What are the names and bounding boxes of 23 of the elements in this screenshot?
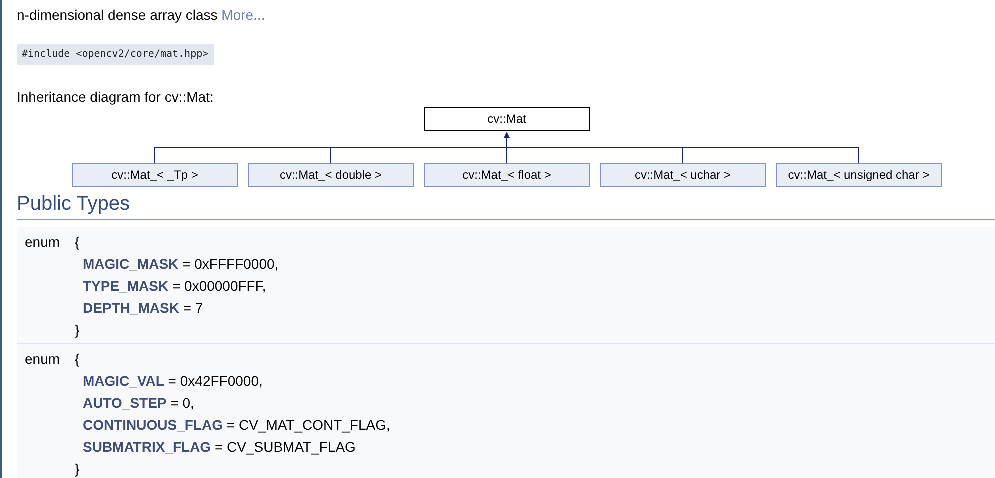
enum-member: DEPTH_MASK = 7: [82, 299, 204, 318]
class-node[interactable]: cv::Mat_< float >: [424, 163, 590, 187]
enum-member: CONTINUOUS_FLAG = CV_MAT_CONT_FLAG,: [82, 416, 390, 435]
open-brace: {: [75, 350, 81, 369]
more-link[interactable]: More...: [222, 7, 266, 23]
brief-description: n-dimensional dense array class: [17, 7, 218, 23]
class-node[interactable]: cv::Mat_< unsigned char >: [776, 163, 942, 187]
enum-keyword: enum: [25, 233, 62, 252]
diagram-caption: Inheritance diagram for cv::Mat:: [17, 88, 215, 107]
enum-keyword: enum: [25, 350, 62, 369]
enum-member: MAGIC_MASK = 0xFFFF0000,: [82, 255, 279, 274]
class-node[interactable]: cv::Mat: [424, 107, 590, 131]
open-brace: {: [75, 233, 81, 252]
section-heading: Public Types: [17, 192, 995, 220]
enum-member: TYPE_MASK = 0x00000FFF,: [82, 277, 268, 296]
enum-member: AUTO_STEP = 0,: [82, 394, 196, 413]
class-node[interactable]: cv::Mat_< double >: [248, 163, 414, 187]
close-brace: }: [75, 460, 81, 478]
enum-member: MAGIC_VAL = 0x42FF0000,: [82, 372, 264, 391]
close-brace: }: [75, 321, 81, 340]
enum-member: SUBMATRIX_FLAG = CV_SUBMAT_FLAG: [82, 438, 357, 457]
class-node[interactable]: cv::Mat_< uchar >: [600, 163, 766, 187]
class-node[interactable]: cv::Mat_< _Tp >: [72, 163, 238, 187]
